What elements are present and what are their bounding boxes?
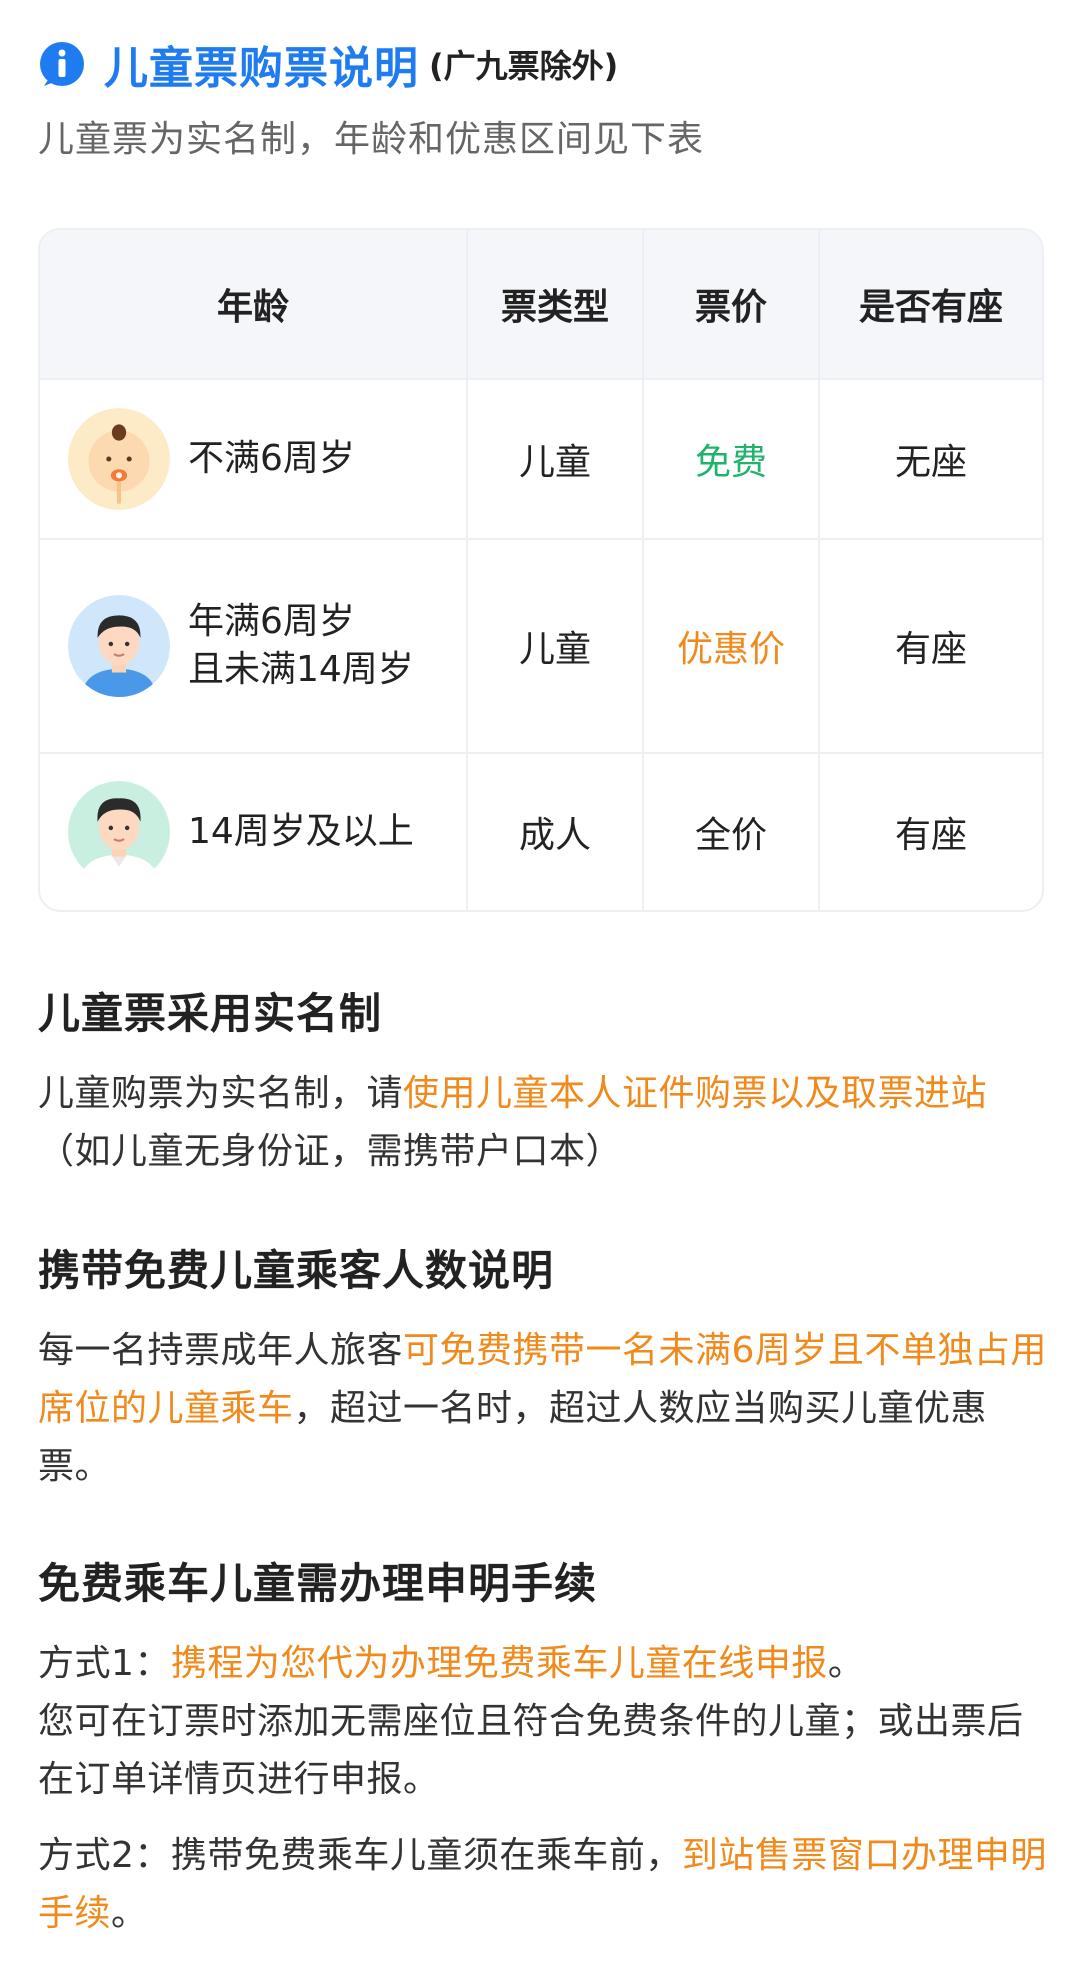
method-1: 方式1：携程为您代为办理免费乘车儿童在线申报。您可在订票时添加无需座位且符合免费…	[38, 1635, 1048, 1809]
highlight-text: 使用儿童本人证件购票以及取票进站	[403, 1073, 988, 1114]
header-ticket-type: 票类型	[468, 230, 644, 378]
baby-avatar-icon	[68, 408, 170, 510]
body-text: 方式1：	[38, 1643, 171, 1684]
age-cell: 不满6周岁	[40, 380, 468, 538]
ticket-type-cell: 成人	[468, 754, 644, 910]
header-seat: 是否有座	[858, 287, 1003, 328]
age-label: 14周岁及以上	[188, 811, 414, 852]
section-free-child: 携带免费儿童乘客人数说明 每一名持票成年人旅客可免费携带一名未满6周岁且不单独占…	[38, 1237, 1048, 1496]
age-cell: 年满6周岁 且未满14周岁	[40, 540, 468, 752]
seat-cell: 无座	[894, 442, 967, 483]
adult-avatar-icon	[68, 781, 170, 883]
body-text: 。	[111, 1893, 148, 1934]
highlight-text: 携程为您代为办理免费乘车儿童在线申报	[170, 1643, 828, 1684]
body-text: 您可在订票时添加无需座位且符合免费条件的儿童；或出票后在订单详情页进行申报。	[38, 1701, 1024, 1800]
seat-cell: 有座	[894, 815, 967, 856]
section-title: 儿童票采用实名制	[38, 989, 383, 1038]
table-row: 年满6周岁 且未满14周岁 儿童 优惠价 有座	[40, 540, 1042, 754]
section-title: 免费乘车儿童需办理申明手续	[38, 1559, 598, 1608]
age-label-line2: 且未满14周岁	[188, 649, 414, 690]
price-cell: 优惠价	[644, 540, 820, 752]
header-age: 年龄	[40, 230, 468, 378]
age-label: 年满6周岁	[188, 601, 355, 642]
header: 儿童票购票说明 (广九票除外) 儿童票为实名制，年龄和优惠区间见下表	[38, 34, 1048, 162]
body-text: 。	[827, 1643, 865, 1684]
section-declare: 免费乘车儿童需办理申明手续 方式1：携程为您代为办理免费乘车儿童在线申报。 您可在…	[38, 1550, 1048, 1943]
age-label: 不满6周岁	[188, 438, 355, 479]
page-subtitle: 儿童票为实名制，年龄和优惠区间见下表	[38, 119, 705, 160]
table-row: 不满6周岁 儿童 免费 无座	[40, 380, 1042, 540]
table-row: 14周岁及以上 成人 全价 有座	[40, 754, 1042, 910]
body-text: 儿童购票为实名制，请	[38, 1073, 404, 1114]
ticket-type-cell: 儿童	[468, 540, 644, 752]
title-note: (广九票除外)	[429, 47, 619, 85]
info-icon	[40, 42, 84, 86]
ticket-table: 年龄 票类型 票价 是否有座 不满6周岁 儿童 免费 无座 年满6周岁 且未满1…	[38, 228, 1044, 912]
body-text: 方式2：携带免费乘车儿童须在乘车前，	[38, 1835, 682, 1876]
body-text: （如儿童无身份证，需携带户口本）	[38, 1131, 623, 1172]
body-text: 每一名持票成年人旅客	[38, 1330, 404, 1371]
seat-cell: 有座	[894, 629, 967, 670]
page-title: 儿童票购票说明	[104, 43, 419, 94]
age-cell: 14周岁及以上	[40, 754, 468, 910]
table-header-row: 年龄 票类型 票价 是否有座	[40, 230, 1042, 380]
child-avatar-icon	[68, 595, 170, 697]
ticket-type-cell: 儿童	[468, 380, 644, 538]
header-price: 票价	[644, 230, 820, 378]
section-body: 儿童购票为实名制，请使用儿童本人证件购票以及取票进站 （如儿童无身份证，需携带户口…	[38, 1065, 1048, 1181]
title-row: 儿童票购票说明 (广九票除外)	[38, 34, 1048, 94]
method-2: 方式2：携带免费乘车儿童须在乘车前，到站售票窗口办理申明手续。	[38, 1827, 1048, 1943]
section-realname: 儿童票采用实名制 儿童购票为实名制，请使用儿童本人证件购票以及取票进站 （如儿童无…	[38, 980, 1048, 1181]
price-cell: 全价	[644, 754, 820, 910]
section-body: 每一名持票成年人旅客可免费携带一名未满6周岁且不单独占用席位的儿童乘车，超过一名…	[38, 1322, 1048, 1496]
section-title: 携带免费儿童乘客人数说明	[38, 1246, 555, 1295]
price-cell: 免费	[644, 380, 820, 538]
